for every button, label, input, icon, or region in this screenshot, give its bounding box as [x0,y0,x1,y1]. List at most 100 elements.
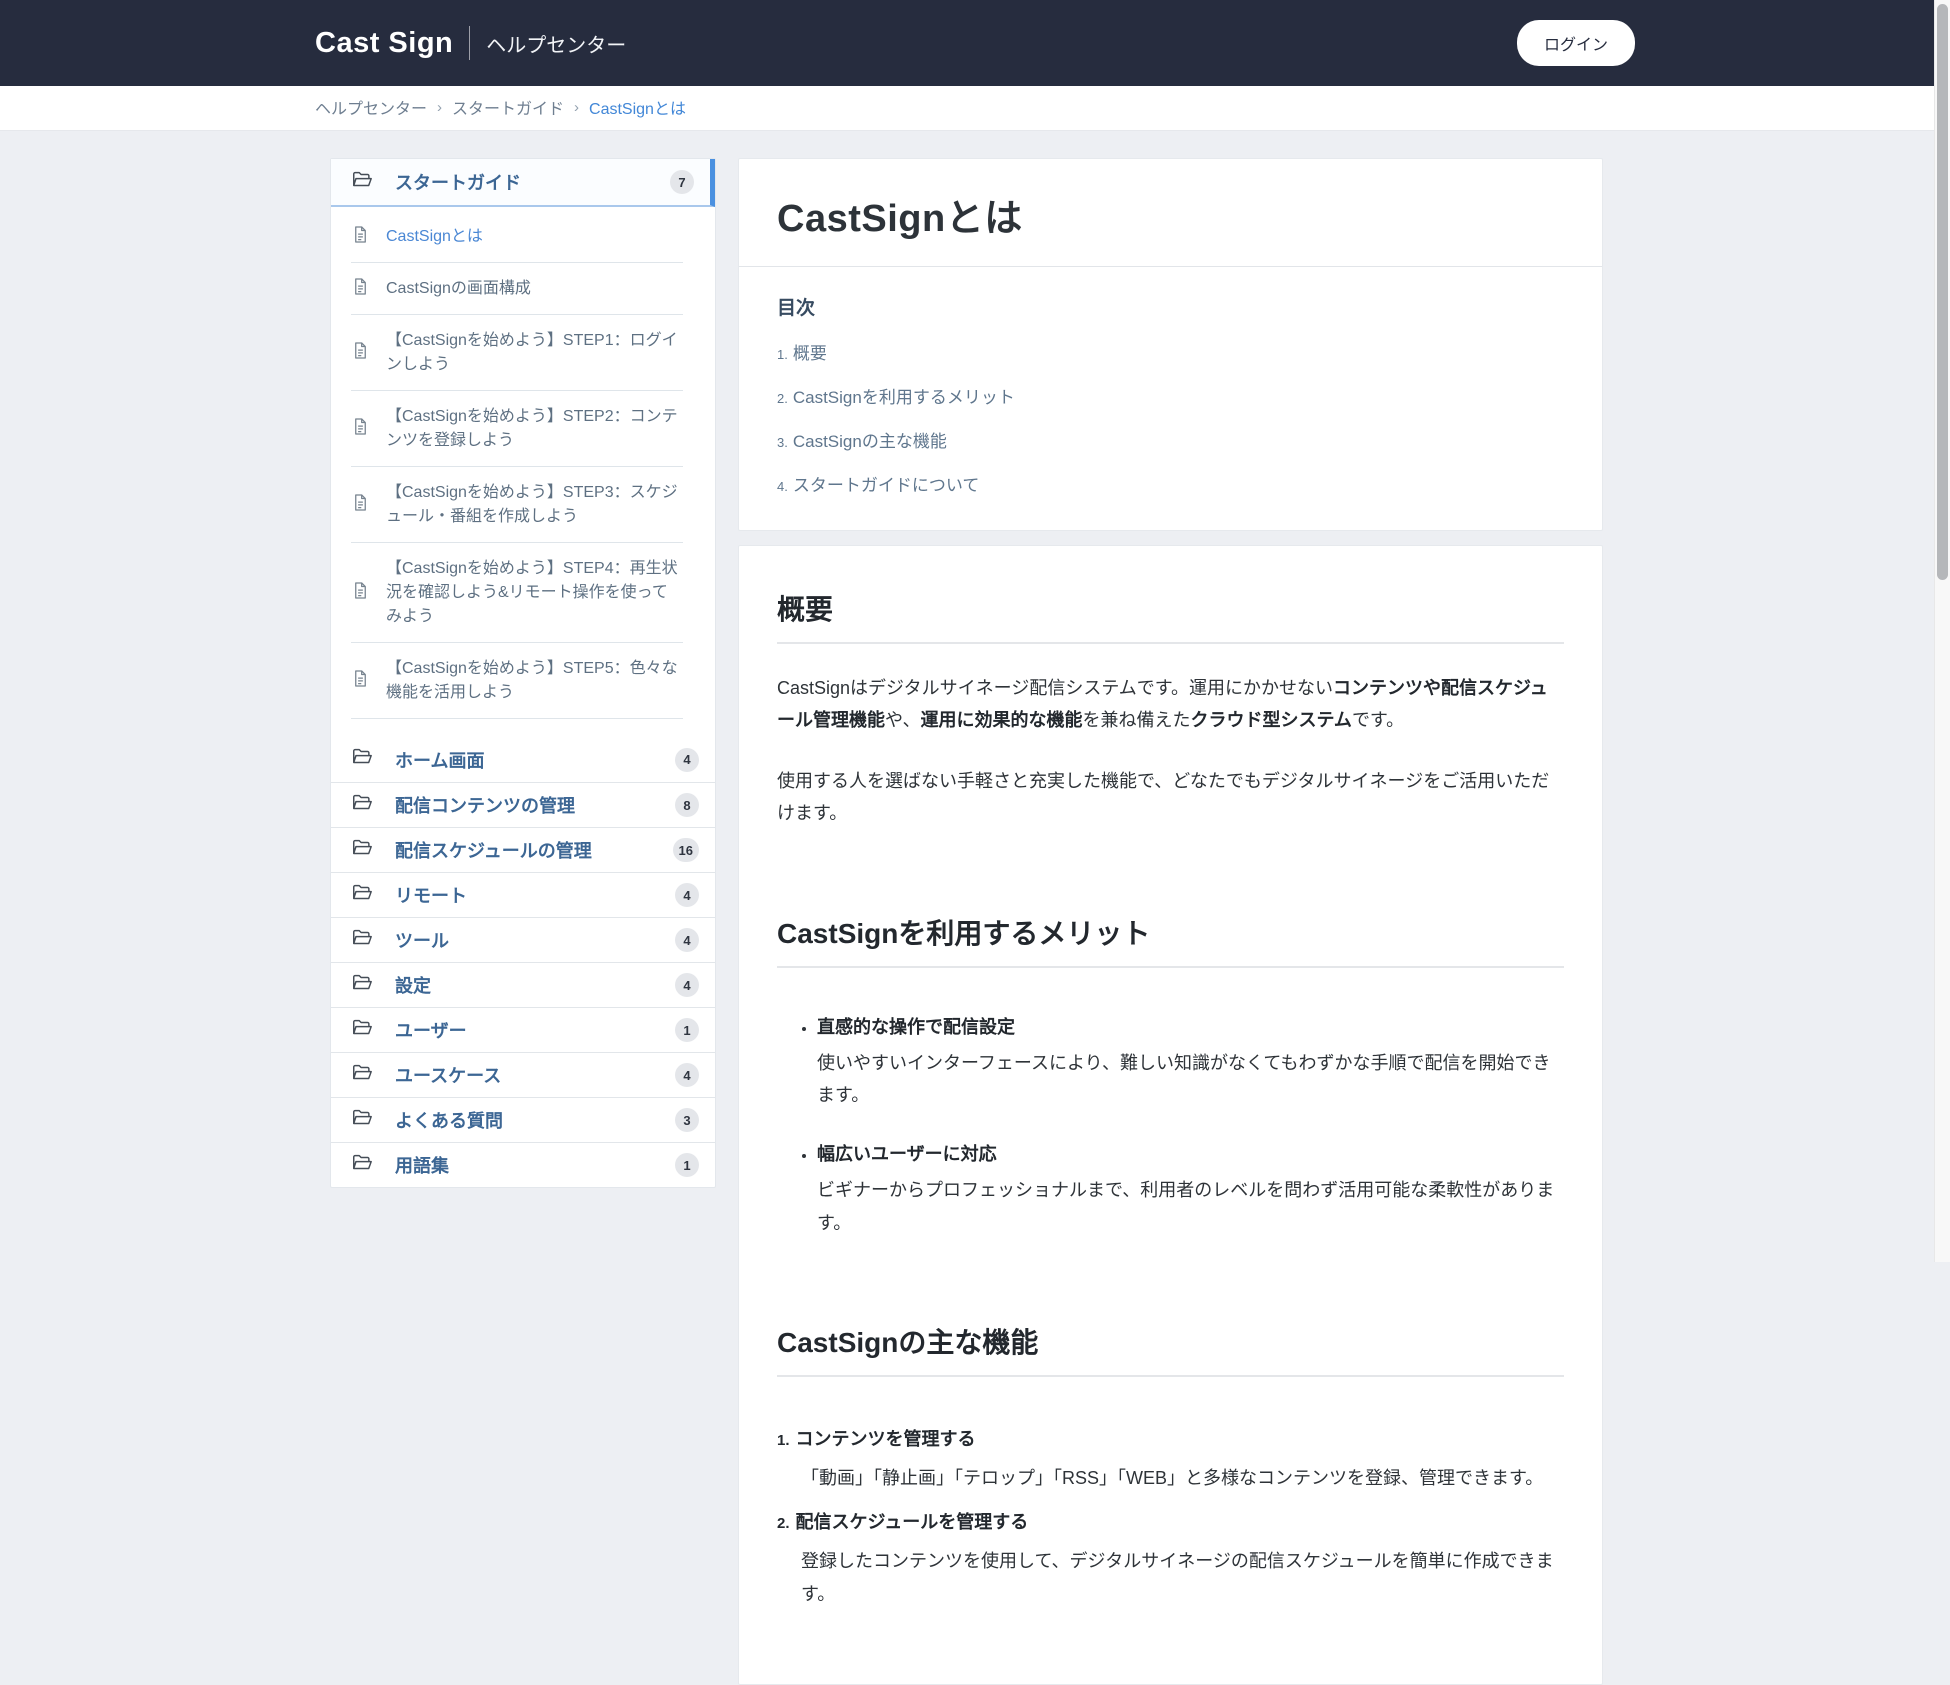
overview-paragraph-1: CastSignはデジタルサイネージ配信システムです。運用にかかせないコンテンツ… [777,672,1564,737]
document-icon [351,493,370,517]
feature-item: 2. 配信スケジュールを管理する 登録したコンテンツを使用して、デジタルサイネー… [777,1508,1564,1610]
sidebar-category-settings[interactable]: 設定 4 [331,962,715,1007]
breadcrumb-current-page: CastSignとは [589,95,686,119]
category-sidebar: スタートガイド 7 CastSignとは [330,158,716,1188]
section-heading-merits: CastSignを利用するメリット [777,912,1564,968]
sidebar-category-remote[interactable]: リモート 4 [331,872,715,917]
category-label: ツール [395,927,449,953]
breadcrumb-help-center[interactable]: ヘルプセンター [315,95,427,119]
app-header: Cast Sign ヘルプセンター ログイン [0,0,1950,86]
folder-icon [351,837,373,864]
sidebar-category-home-screen[interactable]: ホーム画面 4 [331,737,715,782]
section-count-badge: 7 [670,170,694,194]
category-label: よくある質問 [395,1107,503,1133]
feature-item: 1. コンテンツを管理する 「動画」「静止画」「テロップ」「RSS」「WEB」と… [777,1425,1564,1494]
merit-item: 直感的な操作で配信設定 使いやすいインターフェースにより、難しい知識がなくてもわ… [817,1014,1564,1112]
article-link-label: 【CastSignを始めよう】STEP1：ログインしよう [386,329,683,377]
folder-icon [351,746,373,773]
toc-heading: 目次 [777,293,1564,320]
category-count-badge: 4 [675,973,699,997]
toc-number: 2. [777,391,788,406]
toc-label: CastSignを利用するメリット [793,383,1015,408]
merit-description: 使いやすいインターフェースにより、難しい知識がなくてもわずかな手順で配信を開始で… [817,1047,1564,1112]
sidebar-article-step5[interactable]: 【CastSignを始めよう】STEP5：色々な機能を活用しよう [351,643,683,719]
sidebar-article-step4[interactable]: 【CastSignを始めよう】STEP4：再生状況を確認しよう&リモート操作を使… [351,543,683,643]
article-link-label: 【CastSignを始めよう】STEP5：色々な機能を活用しよう [386,657,683,705]
document-icon [351,669,370,693]
feature-description: 登録したコンテンツを使用して、デジタルサイネージの配信スケジュールを簡単に作成で… [801,1545,1564,1610]
article-main: CastSignとは 目次 1. 概要 2. CastSignを利用するメリット [738,158,1603,1685]
category-label: ユーザー [395,1017,467,1043]
category-count-badge: 3 [675,1108,699,1132]
article-link-label: 【CastSignを始めよう】STEP4：再生状況を確認しよう&リモート操作を使… [386,557,683,629]
sidebar-article-step2[interactable]: 【CastSignを始めよう】STEP2：コンテンツを登録しよう [351,391,683,467]
brand-logo: Cast Sign [315,27,453,60]
page-title: CastSignとは [777,187,1564,242]
article-body-card: 概要 CastSignはデジタルサイネージ配信システムです。運用にかかせないコン… [738,545,1603,1685]
category-count-badge: 4 [675,928,699,952]
category-label: ユースケース [395,1062,501,1088]
section-heading-overview: 概要 [777,588,1564,644]
feature-number: 2. [777,1515,790,1532]
folder-icon [351,792,373,819]
feature-description: 「動画」「静止画」「テロップ」「RSS」「WEB」と多様なコンテンツを登録、管理… [801,1462,1564,1494]
category-label: ホーム画面 [395,747,484,773]
document-icon [351,581,370,605]
document-icon [351,225,370,249]
toc-label: 概要 [793,339,827,364]
toc-label: スタートガイドについて [793,471,980,496]
toc-number: 3. [777,435,788,450]
article-link-label: 【CastSignを始めよう】STEP2：コンテンツを登録しよう [386,405,683,453]
sidebar-article-step1[interactable]: 【CastSignを始めよう】STEP1：ログインしよう [351,315,683,391]
brand-subtitle: ヘルプセンター [486,29,626,58]
login-button[interactable]: ログイン [1517,20,1635,66]
folder-icon [351,1152,373,1179]
category-label: 用語集 [395,1152,449,1178]
document-icon [351,277,370,301]
category-label: リモート [395,882,467,908]
category-count-badge: 8 [675,793,699,817]
page-scrollbar-track[interactable] [1934,0,1950,1262]
folder-icon [351,1062,373,1089]
breadcrumb: ヘルプセンター › スタートガイド › CastSignとは [0,86,1950,131]
toc-link-features[interactable]: 3. CastSignの主な機能 [777,427,1564,452]
article-link-label: 【CastSignを始めよう】STEP3：スケジュール・番組を作成しよう [386,481,683,529]
category-count-badge: 4 [675,883,699,907]
toc-link-merits[interactable]: 2. CastSignを利用するメリット [777,383,1564,408]
page-scrollbar-thumb[interactable] [1937,4,1948,580]
article-header-card: CastSignとは 目次 1. 概要 2. CastSignを利用するメリット [738,158,1603,531]
merit-title: 幅広いユーザーに対応 [817,1141,1564,1168]
sidebar-article-screen-layout[interactable]: CastSignの画面構成 [351,263,683,315]
document-icon [351,417,370,441]
feature-title: 配信スケジュールを管理する [796,1508,1029,1537]
document-icon [351,341,370,365]
toc-link-about-start-guide[interactable]: 4. スタートガイドについて [777,471,1564,496]
folder-icon [351,169,373,196]
category-label: 設定 [395,972,431,998]
category-count-badge: 4 [675,748,699,772]
sidebar-category-content-management[interactable]: 配信コンテンツの管理 8 [331,782,715,827]
sidebar-section-start-guide[interactable]: スタートガイド 7 [331,159,715,207]
feature-title: コンテンツを管理する [796,1425,976,1454]
folder-icon [351,972,373,999]
sidebar-category-use-cases[interactable]: ユースケース 4 [331,1052,715,1097]
breadcrumb-separator: › [574,99,579,116]
merit-title: 直感的な操作で配信設定 [817,1014,1564,1041]
toc-label: CastSignの主な機能 [793,427,947,452]
breadcrumb-start-guide[interactable]: スタートガイド [452,95,564,119]
category-count-badge: 1 [675,1153,699,1177]
section-heading-features: CastSignの主な機能 [777,1321,1564,1377]
sidebar-category-tools[interactable]: ツール 4 [331,917,715,962]
sidebar-category-glossary[interactable]: 用語集 1 [331,1142,715,1187]
section-label: スタートガイド [395,169,521,195]
toc-link-overview[interactable]: 1. 概要 [777,339,1564,364]
folder-icon [351,1107,373,1134]
folder-icon [351,1017,373,1044]
sidebar-article-step3[interactable]: 【CastSignを始めよう】STEP3：スケジュール・番組を作成しよう [351,467,683,543]
sidebar-category-schedule-management[interactable]: 配信スケジュールの管理 16 [331,827,715,872]
sidebar-category-faq[interactable]: よくある質問 3 [331,1097,715,1142]
sidebar-category-users[interactable]: ユーザー 1 [331,1007,715,1052]
sidebar-article-castsign-toha[interactable]: CastSignとは [351,211,683,263]
article-link-label: CastSignの画面構成 [386,277,531,301]
toc-number: 4. [777,479,788,494]
